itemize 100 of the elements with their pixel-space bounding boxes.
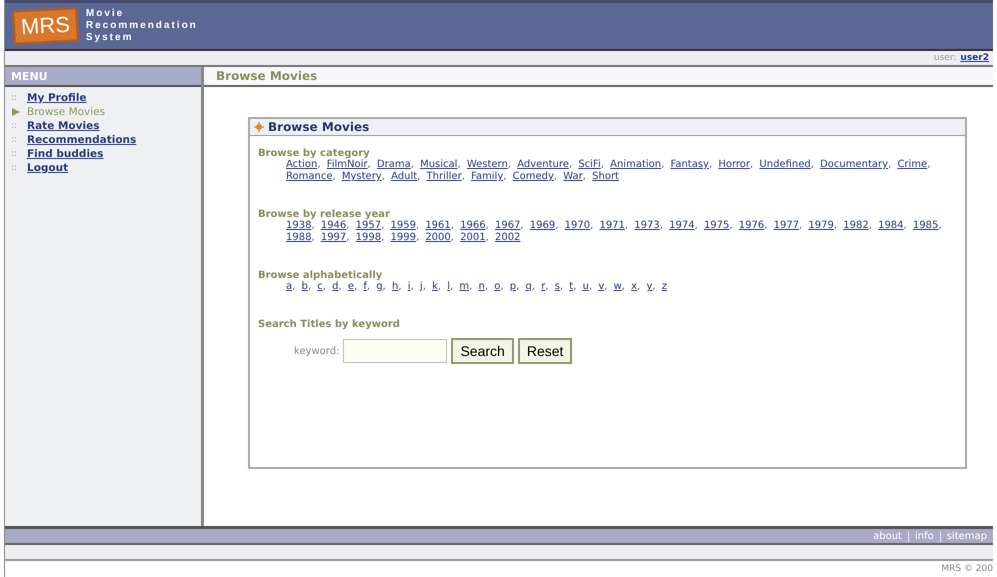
browse-link[interactable]: p	[510, 281, 516, 292]
browse-link[interactable]: k	[432, 281, 438, 292]
browse-link[interactable]: 1946	[320, 220, 346, 231]
separator-text: ,	[398, 281, 402, 292]
browse-link[interactable]: Short	[592, 171, 619, 182]
browse-link[interactable]: 1982	[843, 220, 869, 231]
browse-link[interactable]: FilmNoir	[326, 159, 368, 170]
separator-text: ,	[834, 220, 838, 231]
browse-link[interactable]: d	[332, 281, 338, 292]
separator-text: ,	[622, 281, 625, 292]
form-button[interactable]: Search	[451, 338, 514, 364]
browse-link[interactable]: u	[582, 281, 589, 292]
browse-link[interactable]: Family	[471, 171, 504, 182]
browse-link[interactable]: 1961	[425, 220, 451, 231]
browse-link[interactable]: t	[569, 281, 574, 292]
browse-link[interactable]: 1979	[808, 220, 834, 231]
browse-link[interactable]: 1959	[390, 220, 416, 231]
browse-link[interactable]: n	[478, 281, 485, 292]
browse-link[interactable]: 1973	[634, 220, 660, 231]
browse-link[interactable]: 1966	[460, 220, 486, 231]
browse-link[interactable]: 1976	[738, 220, 764, 231]
form-button[interactable]: Reset	[518, 338, 572, 364]
browse-link[interactable]: v	[598, 281, 604, 292]
browse-link[interactable]: 1969	[530, 220, 556, 231]
browse-link[interactable]: Drama	[376, 159, 411, 170]
browse-link[interactable]: Thriller	[426, 171, 462, 182]
browse-link[interactable]: z	[662, 281, 668, 292]
browse-link[interactable]: Adventure	[517, 159, 569, 170]
browse-link[interactable]: 1988	[286, 232, 312, 243]
separator-text: ,	[516, 281, 520, 292]
browse-link[interactable]: y	[646, 281, 652, 292]
browse-link[interactable]: Adult	[391, 171, 418, 182]
browse-link[interactable]: j	[420, 281, 423, 292]
browse-link[interactable]: 1974	[669, 220, 695, 231]
menu-item[interactable]: Logout	[27, 162, 68, 174]
browse-link[interactable]: 1970	[564, 220, 590, 231]
browse-link[interactable]: r	[541, 281, 546, 292]
browse-link[interactable]: 2001	[460, 232, 486, 243]
separator-text: ,	[708, 159, 712, 170]
browse-link[interactable]: Crime	[897, 159, 928, 170]
browse-link[interactable]: 1985	[912, 220, 938, 231]
browse-link[interactable]: i	[408, 281, 411, 292]
separator-text: ,	[868, 220, 872, 231]
browse-link[interactable]: Western	[466, 159, 508, 170]
browse-link[interactable]: s	[554, 281, 560, 292]
browse-link[interactable]: Mystery	[342, 171, 382, 182]
browse-link[interactable]: w	[614, 281, 622, 292]
browse-link[interactable]: Fantasy	[670, 159, 709, 170]
bullet-text: ::	[11, 149, 18, 159]
separator-text: ,	[317, 159, 321, 170]
browse-link[interactable]: f	[363, 281, 367, 292]
separator-text: ,	[457, 159, 461, 170]
browse-link[interactable]: Animation	[610, 159, 662, 170]
browse-link[interactable]: Action	[286, 159, 318, 170]
browse-link[interactable]: 1984	[878, 220, 904, 231]
menu-item[interactable]: My Profile	[27, 92, 87, 104]
browse-link[interactable]: g	[376, 281, 383, 292]
browse-link[interactable]: Musical	[420, 159, 458, 170]
browse-link[interactable]: Undefined	[759, 159, 811, 170]
browse-link[interactable]: h	[392, 281, 398, 292]
browse-link[interactable]: 1957	[356, 220, 382, 231]
user-link[interactable]: user2	[960, 53, 989, 63]
browse-link[interactable]: Comedy	[512, 171, 554, 182]
browse-link[interactable]: Horror	[718, 159, 750, 170]
browse-link[interactable]: o	[494, 281, 500, 292]
browse-link[interactable]: Documentary	[820, 159, 888, 170]
browse-link[interactable]: 1997	[320, 232, 346, 243]
keyword-label: keyword:	[294, 346, 340, 356]
browse-link[interactable]: q	[525, 281, 532, 292]
browse-link[interactable]: SciFi	[578, 159, 601, 170]
menu-item[interactable]: Find buddies	[27, 148, 104, 160]
browse-link[interactable]: Romance	[286, 171, 332, 182]
browse-link[interactable]: a	[286, 281, 292, 292]
browse-link[interactable]: 1998	[356, 232, 382, 243]
keyword-field[interactable]	[343, 339, 448, 363]
separator-text: ,	[764, 220, 768, 231]
browse-link[interactable]: c	[317, 281, 323, 292]
browse-link[interactable]: 1971	[599, 220, 625, 231]
section-heading: Browse by category	[258, 148, 371, 159]
browse-link[interactable]: 1967	[494, 220, 520, 231]
separator-text: ,	[346, 220, 350, 231]
browse-link[interactable]: 1938	[286, 220, 312, 231]
menu-item[interactable]: Recommendations	[27, 134, 136, 146]
browse-link[interactable]: 2000	[425, 232, 451, 243]
browse-link[interactable]: x	[631, 281, 638, 292]
separator-text: ,	[382, 281, 386, 292]
browse-link[interactable]: War	[563, 171, 583, 182]
browse-link[interactable]: l	[447, 281, 450, 292]
separator-text: ,	[416, 232, 420, 243]
browse-link[interactable]: 2002	[494, 232, 520, 243]
separator-text: ,	[927, 159, 930, 170]
browse-link[interactable]: 1975	[704, 220, 730, 231]
menu-item[interactable]: Rate Movies	[27, 120, 100, 132]
browse-link[interactable]: e	[348, 281, 354, 292]
browse-link[interactable]: 1977	[774, 220, 800, 231]
separator-text: ,	[590, 220, 594, 231]
browse-link[interactable]: m	[459, 281, 470, 292]
browse-link[interactable]: 1999	[390, 232, 416, 243]
separator-text: ,	[500, 281, 504, 292]
browse-link[interactable]: b	[302, 281, 308, 292]
